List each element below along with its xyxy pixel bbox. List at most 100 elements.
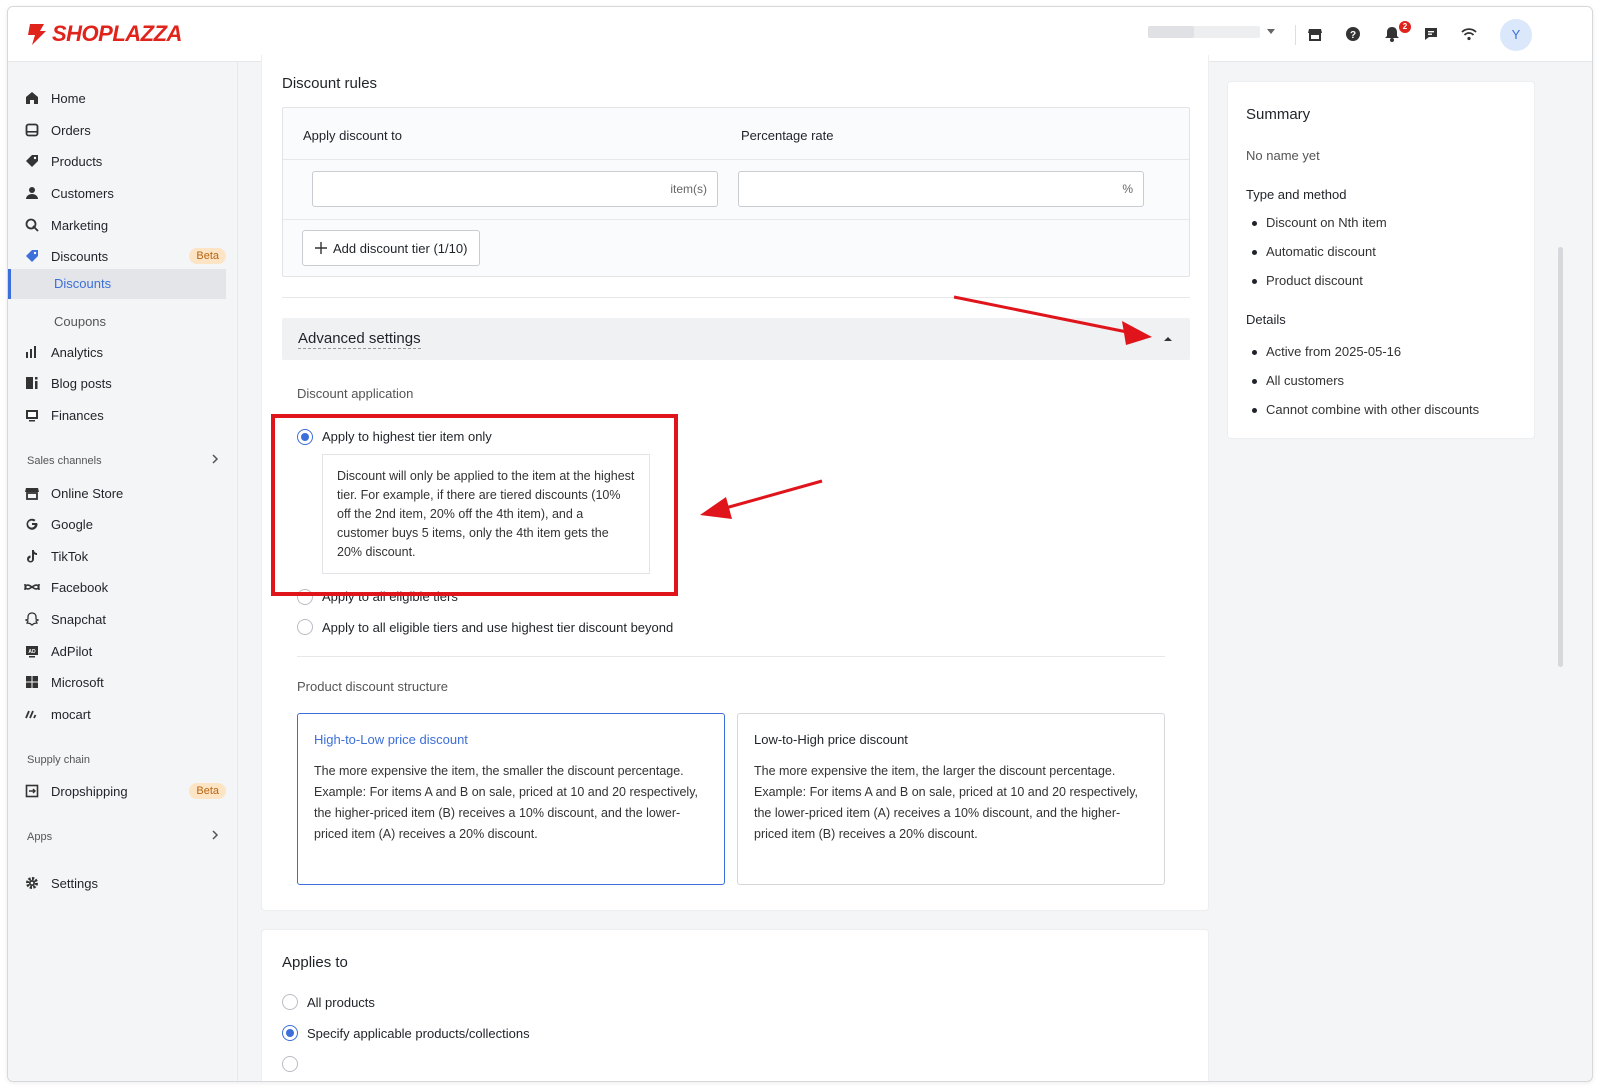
- sidebar-subitem-discounts[interactable]: Discounts: [8, 269, 226, 299]
- analytics-icon: [24, 344, 40, 360]
- sidebar-item-orders[interactable]: Orders: [24, 115, 226, 145]
- sidebar-item-label: Home: [51, 90, 86, 106]
- add-discount-tier-button[interactable]: Add discount tier (1/10): [302, 230, 481, 266]
- sidebar-item-tiktok[interactable]: TikTok: [24, 541, 226, 571]
- button-label: Add discount tier (1/10): [333, 240, 468, 256]
- sidebar-item-online-store[interactable]: Online Store: [24, 478, 226, 508]
- store-selector[interactable]: [1148, 26, 1260, 38]
- sidebar-item-marketing[interactable]: Marketing: [24, 210, 226, 240]
- sidebar-item-snapchat[interactable]: Snapchat: [24, 604, 226, 634]
- chevron-right-icon: [211, 454, 219, 467]
- radio-all-products[interactable]: [282, 994, 298, 1010]
- structure-card-high-to-low[interactable]: High-to-Low price discount The more expe…: [297, 713, 725, 885]
- discount-icon: [24, 248, 40, 264]
- sidebar-item-mocart[interactable]: mocart: [24, 699, 226, 729]
- shoplazza-logo[interactable]: SHOPLAZZA: [26, 21, 182, 47]
- chat-icon[interactable]: [1421, 24, 1441, 44]
- chevron-up-icon[interactable]: [1163, 335, 1173, 342]
- sidebar-item-finances[interactable]: Finances: [24, 400, 226, 430]
- sidebar-item-customers[interactable]: Customers: [24, 178, 226, 208]
- adpilot-icon: AD: [24, 643, 40, 659]
- sidebar-item-label: Microsoft: [51, 674, 104, 690]
- sidebar-item-adpilot[interactable]: AD AdPilot: [24, 636, 226, 666]
- sidebar: Home Orders Products Customers Marketing…: [8, 62, 238, 1081]
- discount-name: No name yet: [1246, 148, 1320, 163]
- summary-item: Automatic discount: [1252, 244, 1376, 259]
- sidebar-item-label: Settings: [51, 875, 98, 891]
- beta-badge: Beta: [189, 248, 226, 264]
- sidebar-item-label: Snapchat: [51, 611, 106, 627]
- storefront-icon[interactable]: [1305, 24, 1325, 44]
- dropshipping-icon: [24, 783, 40, 799]
- summary-item: All customers: [1251, 373, 1345, 388]
- structure-card-low-to-high[interactable]: Low-to-High price discount The more expe…: [737, 713, 1165, 885]
- divider: [297, 656, 1165, 657]
- sidebar-item-blog-posts[interactable]: Blog posts: [24, 368, 226, 398]
- column-header: Apply discount to: [303, 128, 403, 143]
- radio-label: Apply to all eligible tiers and use high…: [322, 620, 674, 635]
- help-icon[interactable]: ?: [1343, 24, 1363, 44]
- sidebar-item-label: Products: [51, 153, 103, 169]
- summary-item: Product discount: [1252, 273, 1363, 288]
- chevron-down-icon[interactable]: [1267, 29, 1275, 34]
- column-header: Percentage rate: [741, 128, 834, 143]
- sidebar-item-label: Orders: [51, 122, 91, 138]
- structure-title: High-to-Low price discount: [314, 732, 468, 747]
- section-title: Applies to: [282, 954, 348, 971]
- structure-title: Low-to-High price discount: [754, 732, 908, 747]
- wifi-icon[interactable]: [1459, 24, 1479, 44]
- item-count-input[interactable]: item(s): [312, 171, 718, 207]
- percentage-rate-input[interactable]: %: [738, 171, 1144, 207]
- discount-tier-table: Apply discount to Percentage rate item(s…: [282, 107, 1190, 277]
- sidebar-item-analytics[interactable]: Analytics: [24, 337, 226, 367]
- summary-heading: Details: [1246, 312, 1286, 327]
- sidebar-item-facebook[interactable]: Facebook: [24, 572, 226, 602]
- section-label: Sales channels: [27, 454, 102, 467]
- mocart-icon: [24, 706, 40, 722]
- notification-badge: 2: [1399, 21, 1411, 33]
- sidebar-item-label: Marketing: [51, 217, 109, 233]
- summary-item: Discount on Nth item: [1252, 215, 1387, 230]
- blog-icon: [24, 375, 40, 391]
- sidebar-item-label: TikTok: [51, 548, 89, 564]
- svg-text:?: ?: [1350, 30, 1356, 41]
- sidebar-item-discounts[interactable]: Discounts Beta: [24, 241, 226, 271]
- scrollbar[interactable]: [1558, 247, 1563, 667]
- beta-badge: Beta: [189, 783, 226, 799]
- input-suffix: item(s): [670, 182, 707, 196]
- sidebar-item-label: Blog posts: [51, 375, 112, 391]
- annotation-arrow-icon: [700, 479, 823, 519]
- sidebar-item-label: Discounts: [51, 248, 109, 264]
- supply-chain-header: Supply chain: [27, 754, 219, 766]
- avatar[interactable]: Y: [1500, 19, 1532, 51]
- summary-item: Cannot combine with other discounts: [1251, 402, 1480, 417]
- radio-label: All products: [307, 995, 375, 1010]
- summary-heading: Type and method: [1246, 187, 1347, 202]
- person-icon: [24, 185, 40, 201]
- sales-channels-header[interactable]: Sales channels: [27, 454, 219, 467]
- sidebar-subitem-coupons[interactable]: Coupons: [54, 314, 106, 329]
- radio-option[interactable]: [282, 1056, 298, 1072]
- sidebar-item-label: Dropshipping: [51, 783, 128, 799]
- tag-icon: [24, 153, 40, 169]
- sidebar-item-home[interactable]: Home: [24, 83, 226, 113]
- product-discount-structure-label: Product discount structure: [297, 679, 449, 694]
- radio-specify-products[interactable]: [282, 1025, 298, 1041]
- sidebar-item-google[interactable]: Google: [24, 509, 226, 539]
- divider: [283, 159, 1189, 160]
- top-bar: SHOPLAZZA ? 2 Y: [8, 7, 1592, 62]
- sidebar-item-dropshipping[interactable]: Dropshipping Beta: [24, 776, 226, 806]
- app-window: SHOPLAZZA ? 2 Y Home Orders Products Cus…: [7, 6, 1593, 1082]
- sidebar-item-label: Facebook: [51, 579, 109, 595]
- radio-all-tiers-highest-beyond[interactable]: [297, 619, 313, 635]
- sidebar-item-products[interactable]: Products: [24, 146, 226, 176]
- section-title: Advanced settings: [298, 330, 421, 349]
- sidebar-item-settings[interactable]: Settings: [24, 868, 226, 898]
- annotation-arrow-icon: [953, 295, 1152, 345]
- apps-header[interactable]: Apps: [27, 830, 219, 843]
- logo-text: SHOPLAZZA: [52, 21, 182, 46]
- sidebar-item-microsoft[interactable]: Microsoft: [24, 667, 226, 697]
- logo-mark-icon: [28, 24, 46, 45]
- plus-icon: [315, 242, 327, 254]
- summary-card: Summary No name yet Type and method Disc…: [1227, 81, 1535, 439]
